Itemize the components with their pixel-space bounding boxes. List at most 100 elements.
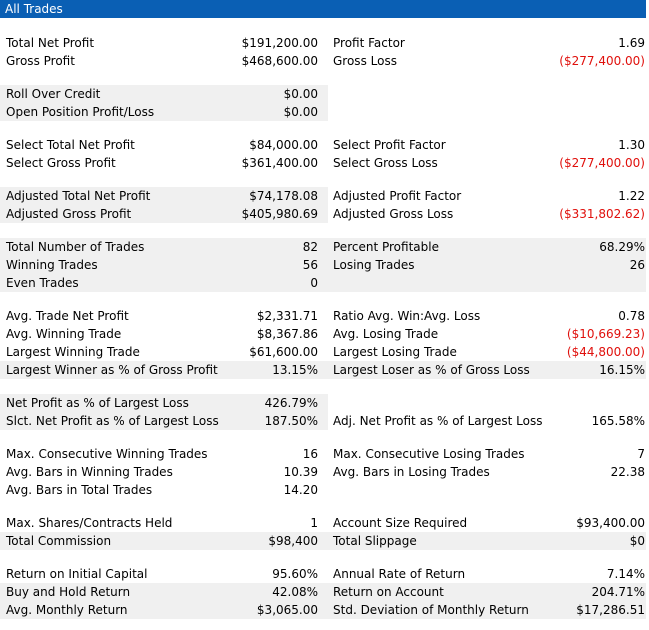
- stats-row: Max. Shares/Contracts Held 1 Account Size …: [0, 514, 649, 532]
- stat-value: $8,367.86: [256, 327, 318, 341]
- stat-label: Even Trades: [6, 276, 79, 290]
- stat-label: Avg. Bars in Total Trades: [6, 483, 153, 497]
- stat-label: Winning Trades: [6, 258, 98, 272]
- stat-value: 10.39: [283, 465, 318, 479]
- stat-value: 16.15%: [599, 363, 645, 377]
- stats-section: Net Profit as % of Largest Loss 426.79% Sl…: [0, 394, 649, 430]
- stat-label: Total Net Profit: [6, 36, 95, 50]
- stat-label: Avg. Winning Trade: [6, 327, 122, 341]
- stat-label: Largest Loser as % of Gross Loss: [333, 363, 530, 377]
- stat-value: $93,400.00: [576, 516, 645, 530]
- stat-label: Total Number of Trades: [6, 240, 145, 254]
- stat-label: Adjusted Profit Factor: [333, 189, 462, 203]
- stats-row: Buy and Hold Return 42.08% Return on Accou…: [0, 583, 649, 601]
- stat-value: 13.15%: [272, 363, 318, 377]
- stat-value: 0.78: [618, 309, 645, 323]
- stat-value: $84,000.00: [249, 138, 318, 152]
- stat-value: 426.79%: [264, 396, 318, 410]
- stats-row: Gross Profit $468,600.00 Gross Loss ($277,4…: [0, 52, 649, 70]
- stat-label: Adjusted Gross Profit: [6, 207, 132, 221]
- stats-row: Total Number of Trades 82 Percent Profitab…: [0, 238, 649, 256]
- stats-section: Roll Over Credit $0.00 Open Position Profi…: [0, 85, 649, 121]
- stat-label: Std. Deviation of Monthly Return: [333, 603, 529, 617]
- stats-row: Adjusted Gross Profit $405,980.69 Adjusted…: [0, 205, 649, 223]
- stat-label: Profit Factor: [333, 36, 405, 50]
- stats-row: Even Trades 0: [0, 274, 649, 292]
- stat-value: 1.30: [618, 138, 645, 152]
- stat-label: Buy and Hold Return: [6, 585, 131, 599]
- stats-row: Avg. Winning Trade $8,367.86 Avg. Losing T…: [0, 325, 649, 343]
- stat-value: $361,400.00: [241, 156, 318, 170]
- stat-label: Adjusted Total Net Profit: [6, 189, 151, 203]
- stats-row: Net Profit as % of Largest Loss 426.79%: [0, 394, 649, 412]
- stat-label: Account Size Required: [333, 516, 468, 530]
- stats-row: Adjusted Total Net Profit $74,178.08 Adjus…: [0, 187, 649, 205]
- stats-section: Max. Consecutive Winning Trades 16 Max. Co…: [0, 445, 649, 499]
- stats-section: Total Net Profit $191,200.00 Profit Factor…: [0, 34, 649, 70]
- stats-row: Max. Consecutive Winning Trades 16 Max. Co…: [0, 445, 649, 463]
- stat-label: Largest Losing Trade: [333, 345, 457, 359]
- stat-value: $468,600.00: [241, 54, 318, 68]
- stat-value: 1.22: [618, 189, 645, 203]
- stat-label: Largest Winner as % of Gross Profit: [6, 363, 218, 377]
- stat-value: 14.20: [283, 483, 318, 497]
- report-title: All Trades: [5, 2, 63, 16]
- stats-row: Select Gross Profit $361,400.00 Select Gro…: [0, 154, 649, 172]
- stat-value: 95.60%: [272, 567, 318, 581]
- stat-value: 7: [637, 447, 645, 461]
- stat-label: Roll Over Credit: [6, 87, 101, 101]
- stat-label: Slct. Net Profit as % of Largest Loss: [6, 414, 219, 428]
- stats-row: Avg. Bars in Winning Trades 10.39 Avg. Bar…: [0, 463, 649, 481]
- stats-row: Select Total Net Profit $84,000.00 Select …: [0, 136, 649, 154]
- stat-label: Avg. Bars in Losing Trades: [333, 465, 490, 479]
- stat-label: Avg. Bars in Winning Trades: [6, 465, 173, 479]
- stat-label: Avg. Trade Net Profit: [6, 309, 129, 323]
- stat-value: 0: [310, 276, 318, 290]
- stat-value: ($44,800.00): [566, 345, 645, 359]
- stat-label: Net Profit as % of Largest Loss: [6, 396, 189, 410]
- stats-row: Avg. Trade Net Profit $2,331.71 Ratio Avg.…: [0, 307, 649, 325]
- stats-row: Return on Initial Capital 95.60% Annual Ra…: [0, 565, 649, 583]
- stat-value: $3,065.00: [256, 603, 318, 617]
- stat-value: $61,600.00: [249, 345, 318, 359]
- stat-value: 1: [310, 516, 318, 530]
- stat-label: Avg. Monthly Return: [6, 603, 128, 617]
- stat-label: Return on Initial Capital: [6, 567, 148, 581]
- stat-value: 56: [302, 258, 318, 272]
- stat-label: Total Slippage: [333, 534, 417, 548]
- stat-label: Open Position Profit/Loss: [6, 105, 155, 119]
- stat-label: Select Profit Factor: [333, 138, 446, 152]
- stat-value: 7.14%: [606, 567, 645, 581]
- stat-value: $405,980.69: [241, 207, 318, 221]
- report-header: All Trades: [0, 0, 646, 18]
- stat-value: $191,200.00: [241, 36, 318, 50]
- stat-value: 187.50%: [264, 414, 318, 428]
- stat-label: Select Gross Profit: [6, 156, 116, 170]
- stat-label: Max. Consecutive Winning Trades: [6, 447, 208, 461]
- stats-row: Avg. Monthly Return $3,065.00 Std. Deviati…: [0, 601, 649, 619]
- stat-value: 82: [302, 240, 318, 254]
- stats-row: Slct. Net Profit as % of Largest Loss 187…: [0, 412, 649, 430]
- stat-label: Avg. Losing Trade: [333, 327, 439, 341]
- stat-value: $74,178.08: [249, 189, 318, 203]
- stat-label: Annual Rate of Return: [333, 567, 466, 581]
- stats-row: Avg. Bars in Total Trades 14.20: [0, 481, 649, 499]
- stats-section: Total Number of Trades 82 Percent Profitab…: [0, 238, 649, 292]
- stat-value: ($331,802.62): [559, 207, 645, 221]
- stat-label: Ratio Avg. Win:Avg. Loss: [333, 309, 481, 323]
- stats-row: Total Net Profit $191,200.00 Profit Factor…: [0, 34, 649, 52]
- stat-value: ($10,669.23): [566, 327, 645, 341]
- stat-value: $17,286.51: [576, 603, 645, 617]
- stat-value: $0.00: [283, 87, 318, 101]
- stats-section: Max. Shares/Contracts Held 1 Account Size …: [0, 514, 649, 550]
- stats-section: Return on Initial Capital 95.60% Annual Ra…: [0, 565, 649, 619]
- stat-value: $2,331.71: [256, 309, 318, 323]
- stat-label: Max. Consecutive Losing Trades: [333, 447, 525, 461]
- performance-report: All Trades Total Net Profit $191,200.00 Pr…: [0, 0, 649, 630]
- stats-row: Roll Over Credit $0.00: [0, 85, 649, 103]
- stat-label: Total Commission: [6, 534, 112, 548]
- stat-label: Gross Loss: [333, 54, 397, 68]
- stats-section: Avg. Trade Net Profit $2,331.71 Ratio Avg.…: [0, 307, 649, 379]
- stat-value: 26: [629, 258, 645, 272]
- stat-label: Return on Account: [333, 585, 444, 599]
